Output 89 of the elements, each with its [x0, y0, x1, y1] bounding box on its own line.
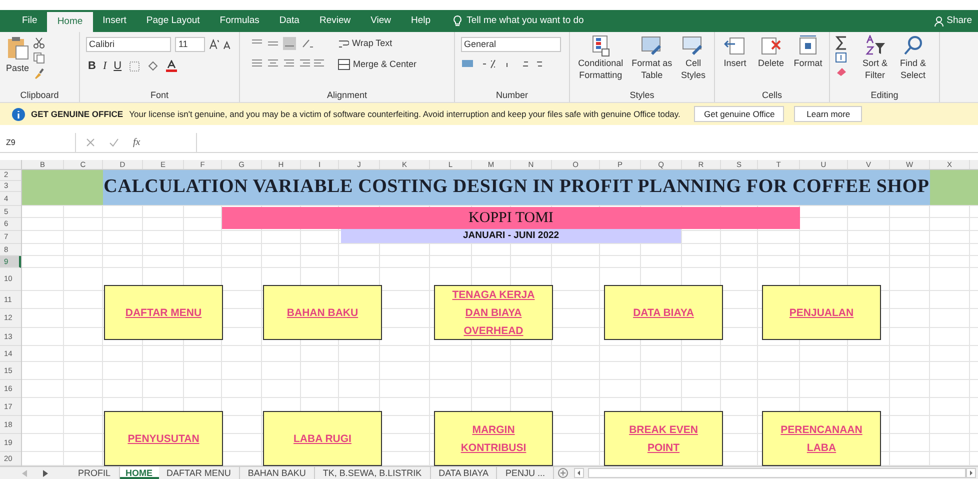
ribbon-tab[interactable]: Page Layout [136, 10, 210, 32]
scissors-icon[interactable] [33, 37, 46, 49]
fill-color-icon[interactable] [146, 60, 159, 72]
lightbulb-icon [452, 15, 462, 27]
menu-button[interactable]: PENYUSUTAN [104, 411, 223, 466]
delete-cells-icon [760, 35, 782, 57]
ribbon-tab[interactable]: Data [269, 10, 310, 32]
font-size-field[interactable]: 11 [175, 37, 205, 52]
format-cells-icon [797, 35, 819, 57]
search-icon [902, 35, 924, 57]
menu-button[interactable]: DAFTAR MENU [104, 285, 223, 340]
menu-button[interactable]: DATA BIAYA [604, 285, 723, 340]
format-as-table-button[interactable]: Format as Table [630, 35, 674, 89]
ribbon-tab[interactable]: File [12, 10, 48, 32]
person-icon [934, 16, 944, 26]
delete-button[interactable]: Delete [754, 35, 788, 89]
ribbon-tab[interactable]: Review [309, 10, 361, 32]
notice-message: Your license isn't genuine, and you may be a victim of software counterfeiting. Avoid interruption and keep your files safe with genuine Office today. [129, 108, 680, 120]
horizontal-scrollbar[interactable] [588, 468, 966, 478]
group-label: Cells [760, 89, 783, 102]
menu-button[interactable]: BREAK EVEN POINT [604, 411, 723, 466]
insert-button[interactable]: Insert [719, 35, 751, 89]
group-label: Number [494, 89, 529, 102]
sheet-tab[interactable]: DAFTAR MENU [158, 467, 240, 479]
group-label: Font [149, 89, 170, 102]
sort-filter-icon [864, 35, 886, 57]
menu-button[interactable]: PERENCANAAN LABA [762, 411, 881, 466]
tell-me-field[interactable]: Tell me what you want to do [466, 14, 584, 28]
conditional-formatting-icon [590, 35, 611, 57]
clipboard-icon [6, 36, 28, 60]
font-name-field[interactable]: Calibri [86, 37, 172, 52]
merge-icon[interactable] [338, 58, 350, 70]
period-label: JANUARI - JUNI 2022 [462, 228, 560, 243]
notice-title: GET GENUINE OFFICE [31, 108, 124, 120]
merge-center-button[interactable]: Merge & Center [353, 58, 417, 71]
add-sheet-icon[interactable] [558, 468, 568, 478]
conditional-formatting-button[interactable]: Conditional Formatting [573, 35, 628, 89]
sheet-title: CALCULATION VARIABLE COSTING DESIGN IN PROFIT PLANNING FOR COFFEE SHOP [104, 175, 930, 199]
underline-button[interactable]: U [114, 58, 122, 74]
wrap-text-button[interactable]: Wrap Text [352, 37, 392, 50]
scroll-right-icon[interactable] [43, 470, 48, 476]
sheet-tab[interactable]: BAHAN BAKU [240, 467, 315, 479]
sort-filter-button[interactable]: Sort & Filter [858, 35, 892, 89]
sheet-tab[interactable]: DATA BIAYA [430, 467, 498, 479]
cell-styles-button[interactable]: Cell Styles [676, 35, 711, 89]
menu-button[interactable]: PENJUALAN [762, 285, 881, 340]
checkmark-icon[interactable] [109, 138, 119, 147]
sheet-banner-right [930, 170, 978, 204]
group-label: Clipboard [19, 89, 60, 102]
group-label: Styles [628, 89, 656, 102]
ribbon-tab[interactable]: Formulas [210, 10, 270, 32]
scroll-left-icon[interactable] [574, 468, 584, 478]
group-label: Alignment [326, 89, 368, 102]
learn-more-button[interactable]: Learn more [794, 106, 862, 122]
menu-button[interactable]: BAHAN BAKU [263, 285, 382, 340]
table-icon [640, 35, 663, 57]
number-format-field[interactable]: General [461, 37, 561, 52]
find-select-button[interactable]: Find & Select [896, 35, 930, 89]
sheet-tab[interactable]: HOME [120, 467, 159, 479]
ribbon-tab[interactable]: View [360, 10, 402, 32]
font-color-icon[interactable] [166, 60, 177, 72]
borders-icon[interactable] [128, 60, 140, 72]
group-label: Editing [870, 89, 900, 102]
scroll-right-icon[interactable] [966, 468, 976, 478]
sheet-tab[interactable]: PENJU ... [497, 467, 554, 479]
brush-icon[interactable] [33, 67, 46, 79]
cell-styles-icon [682, 35, 704, 57]
insert-cells-icon [724, 35, 746, 57]
share-button[interactable]: Share [946, 14, 972, 28]
ribbon-tab[interactable]: Home [47, 12, 93, 32]
info-icon [12, 108, 25, 120]
sheet-tab[interactable]: TK, B.SEWA, B.LISTRIK [314, 467, 431, 479]
bold-button[interactable]: B [88, 58, 96, 74]
copy-icon[interactable] [33, 52, 46, 64]
name-box[interactable]: Z9 [0, 133, 76, 152]
menu-button[interactable]: MARGIN KONTRIBUSI [434, 411, 553, 466]
get-genuine-button[interactable]: Get genuine Office [694, 106, 784, 122]
ribbon-tab[interactable]: Help [401, 10, 441, 32]
paste-button[interactable]: Paste [6, 36, 30, 76]
shrink-font-icon[interactable] [223, 40, 233, 50]
menu-button[interactable]: TENAGA KERJA DAN BIAYA OVERHEAD [434, 285, 553, 340]
menu-button[interactable]: LABA RUGI [263, 411, 382, 466]
ribbon-tab[interactable]: Insert [92, 10, 136, 32]
italic-button[interactable]: I [102, 58, 107, 74]
grow-font-icon[interactable] [208, 39, 220, 50]
wrap-text-icon[interactable] [338, 38, 349, 50]
shop-name: KOPPI TOMI [468, 208, 554, 228]
insert-function-button[interactable]: fx [133, 135, 140, 150]
format-button[interactable]: Format [791, 35, 825, 89]
